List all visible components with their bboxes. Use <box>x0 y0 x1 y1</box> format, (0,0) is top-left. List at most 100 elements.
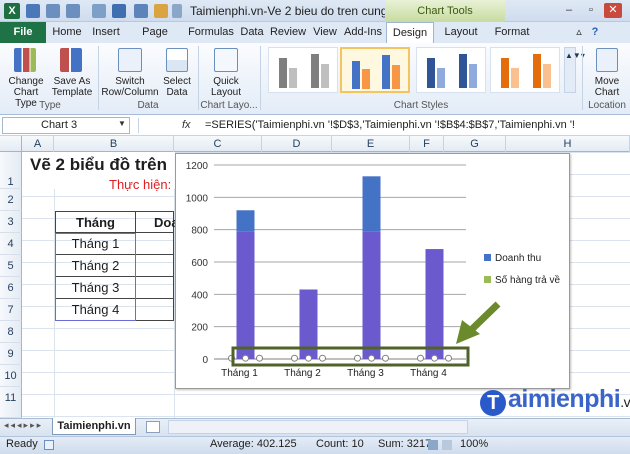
sheet-tab-taimienphi[interactable]: Taimienphi.vn <box>52 418 136 435</box>
tab-page-layout[interactable]: Page Layout <box>126 22 184 59</box>
insert-function-button[interactable]: fx <box>182 117 198 134</box>
new-file-icon[interactable] <box>92 4 106 18</box>
y-tick-label: 1200 <box>186 161 209 172</box>
column-header-e[interactable]: E <box>332 136 410 152</box>
switch-row-column-button[interactable]: Switch Row/Column <box>100 76 160 98</box>
row-header-10[interactable]: 10 <box>0 365 22 387</box>
bar-doanh-thu-upper <box>362 176 381 232</box>
series-point-so-hang <box>305 354 312 362</box>
column-header-h[interactable]: H <box>506 136 630 152</box>
chart-style-blue[interactable] <box>416 47 486 93</box>
column-header-b[interactable]: B <box>54 136 174 152</box>
tab-file[interactable]: File <box>0 22 46 43</box>
series-point-so-hang <box>291 354 298 362</box>
save-template-icon <box>60 48 82 72</box>
status-bar <box>0 436 630 454</box>
table-header-row[interactable]: Tháng Doa <box>55 211 176 233</box>
name-box[interactable]: Chart 3 <box>2 117 130 134</box>
chart-style-selected[interactable] <box>340 47 410 93</box>
collapse-ribbon-icon[interactable]: ▵ <box>572 22 586 43</box>
y-tick-label: 1000 <box>186 193 209 204</box>
select-data-button[interactable]: Select Data <box>160 76 194 98</box>
chart-styles-scroll-icon[interactable]: ▲▼▾ <box>564 47 585 93</box>
tab-layout[interactable]: Layout <box>440 22 482 43</box>
quick-layout-button[interactable]: Quick Layout <box>206 76 246 98</box>
print-icon[interactable] <box>112 4 126 18</box>
change-chart-type-icon <box>14 48 36 72</box>
legend-label: Doanh thu <box>495 253 541 264</box>
close-icon[interactable]: ✕ <box>604 3 622 18</box>
row-header-3[interactable]: 3 <box>0 211 22 233</box>
chart-style-orange[interactable] <box>490 47 560 93</box>
row-header-6[interactable]: 6 <box>0 277 22 299</box>
open-icon[interactable] <box>154 4 168 18</box>
tab-data[interactable]: Data <box>238 22 266 43</box>
move-chart-button[interactable]: Move Chart <box>586 76 628 98</box>
undo-icon[interactable] <box>46 4 60 18</box>
save-icon[interactable] <box>26 4 40 18</box>
tab-home[interactable]: Home <box>50 22 84 43</box>
redo-icon[interactable] <box>66 4 80 18</box>
row-header-8[interactable]: 8 <box>0 321 22 343</box>
quick-layout-icon <box>214 48 238 72</box>
tab-view[interactable]: View <box>310 22 340 43</box>
header-doanh-thu: Doa <box>154 215 176 230</box>
series-point-so-hang <box>319 354 326 362</box>
select-all-button[interactable] <box>0 136 22 152</box>
series-point-so-hang <box>417 354 424 362</box>
row-header-5[interactable]: 5 <box>0 255 22 277</box>
column-header-a[interactable]: A <box>22 136 54 152</box>
formula-input[interactable]: =SERIES('Taimienphi.vn '!$D$3,'Taimienph… <box>205 117 625 134</box>
row-header-2[interactable]: 2 <box>0 189 22 211</box>
help-icon[interactable]: ? <box>588 22 602 43</box>
tab-review[interactable]: Review <box>268 22 308 43</box>
row-header-7[interactable]: 7 <box>0 299 22 321</box>
x-tick-label: Tháng 1 <box>221 368 258 379</box>
legend-label: Số hàng trả về <box>495 274 560 286</box>
insert-sheet-icon[interactable] <box>146 421 160 433</box>
sheet-navigation-icon[interactable]: ◂◂◂▸▸▸ <box>4 420 43 431</box>
row-header-9[interactable]: 9 <box>0 343 22 365</box>
save-as-template-button[interactable]: Save As Template <box>50 76 94 98</box>
x-tick-label: Tháng 2 <box>284 368 321 379</box>
y-tick-label: 200 <box>191 323 208 334</box>
status-zoom[interactable]: 100% <box>460 438 500 450</box>
series-point-so-hang <box>445 354 452 362</box>
customize-qat-icon[interactable] <box>172 4 182 18</box>
row-header-4[interactable]: 4 <box>0 233 22 255</box>
x-tick-label: Tháng 4 <box>410 368 447 379</box>
data-group-label: Data <box>137 100 159 111</box>
normal-view-icon[interactable] <box>428 440 438 450</box>
series-point-so-hang <box>242 354 249 362</box>
name-box-dropdown-icon[interactable]: ▼ <box>118 119 126 128</box>
cell-c2-author[interactable]: Thực hiện: <box>109 177 175 192</box>
tab-formulas[interactable]: Formulas <box>186 22 236 43</box>
formula-separator <box>138 118 139 133</box>
chart-style-gray[interactable] <box>268 47 338 93</box>
tab-insert[interactable]: Insert <box>86 22 126 43</box>
column-header-f[interactable]: F <box>410 136 444 152</box>
series-point-so-hang <box>354 354 361 362</box>
preview-icon[interactable] <box>134 4 148 18</box>
tab-add-ins[interactable]: Add-Ins <box>342 22 384 43</box>
legend-swatch <box>484 276 491 283</box>
chart-object[interactable]: 0 200 400 600 800 1000 1200 Tháng 1 Tháng 2 Thán… <box>175 153 570 389</box>
tab-format[interactable]: Format <box>490 22 534 43</box>
tab-design[interactable]: Design <box>386 22 434 43</box>
category-range-highlight <box>55 233 136 321</box>
column-header-d[interactable]: D <box>262 136 332 152</box>
bar-doanh-thu <box>362 231 381 359</box>
column-header-g[interactable]: G <box>444 136 506 152</box>
minimize-icon[interactable]: – <box>560 3 578 18</box>
excel-app-icon[interactable]: X <box>4 3 20 19</box>
maximize-icon[interactable]: ▫ <box>582 3 600 18</box>
macro-record-icon[interactable] <box>44 440 54 450</box>
ribbon-separator <box>582 46 583 110</box>
row-header-11[interactable]: 11 <box>0 387 22 418</box>
y-tick-label: 600 <box>191 258 208 269</box>
page-layout-view-icon[interactable] <box>442 440 452 450</box>
horizontal-scrollbar[interactable] <box>168 420 468 434</box>
column-header-c[interactable]: C <box>174 136 262 152</box>
cell-b1-title[interactable]: Vẽ 2 biểu đồ trên <box>30 155 175 175</box>
row-header-1[interactable]: 1 <box>0 152 22 189</box>
